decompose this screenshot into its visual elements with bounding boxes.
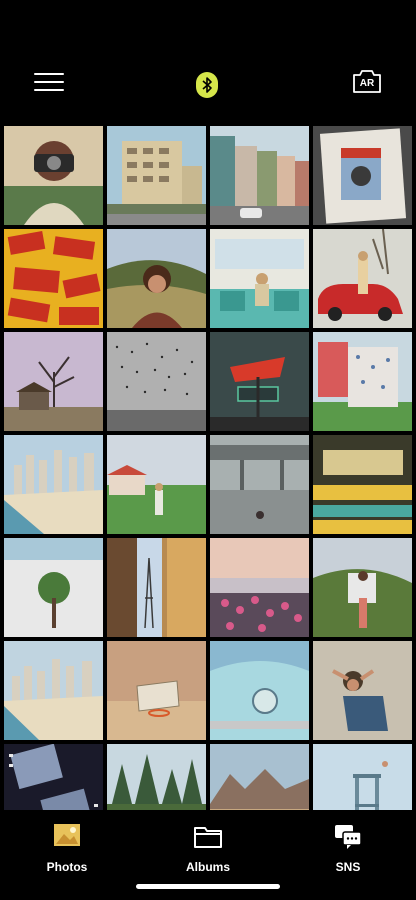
photo-basketball-hoop[interactable] [107, 641, 206, 740]
photo-portrait-hills[interactable] [107, 229, 206, 328]
photo-woman-lying[interactable] [313, 641, 412, 740]
photo-flowers-sunset[interactable] [210, 538, 309, 637]
tab-albums-label: Albums [185, 860, 230, 874]
photo-diving-tower[interactable] [313, 744, 412, 810]
photo-red-car[interactable] [313, 229, 412, 328]
photo-street-houses[interactable] [210, 126, 309, 225]
folder-icon [193, 822, 223, 850]
tab-photos[interactable]: Photos [17, 822, 117, 878]
photo-woman-hill[interactable] [313, 538, 412, 637]
photo-grid [4, 126, 412, 810]
photo-desert-mountains[interactable] [210, 744, 309, 810]
photo-kodak-film-boxes[interactable] [4, 229, 103, 328]
photo-blue-car[interactable] [210, 641, 309, 740]
tab-photos-label: Photos [46, 860, 88, 874]
photo-tree-house[interactable] [4, 332, 103, 431]
photo-kodachrome-magazine[interactable] [313, 126, 412, 225]
photo-birds-flock[interactable] [107, 332, 206, 431]
photo-inn-sign[interactable] [210, 332, 309, 431]
ar-camera-icon[interactable]: AR [352, 68, 382, 94]
photos-icon [52, 822, 82, 850]
tab-albums[interactable]: Albums [158, 822, 258, 878]
app-header: AR [0, 0, 416, 124]
chat-icon [333, 822, 363, 850]
photo-beach-city[interactable] [4, 435, 103, 534]
photo-laundry-line[interactable] [313, 332, 412, 431]
photo-pine-trees[interactable] [107, 744, 206, 810]
photo-overpass[interactable] [210, 435, 309, 534]
photo-eiffel-window[interactable] [107, 538, 206, 637]
tab-sns-label: SNS [335, 860, 361, 874]
tab-sns[interactable]: SNS [298, 822, 398, 878]
photo-apartment[interactable] [107, 126, 206, 225]
photo-girl-camera[interactable] [4, 126, 103, 225]
hamburger-icon[interactable] [34, 70, 66, 94]
photo-film-strip[interactable] [4, 744, 103, 810]
home-indicator[interactable] [136, 884, 280, 889]
photo-garden-sprinkler[interactable] [107, 435, 206, 534]
photo-small-tree[interactable] [4, 538, 103, 637]
photo-bus-interior[interactable] [210, 229, 309, 328]
photo-beach-city-2[interactable] [4, 641, 103, 740]
ar-label: AR [359, 78, 375, 89]
photo-diner-interior[interactable] [313, 435, 412, 534]
bluetooth-icon[interactable] [196, 72, 218, 98]
